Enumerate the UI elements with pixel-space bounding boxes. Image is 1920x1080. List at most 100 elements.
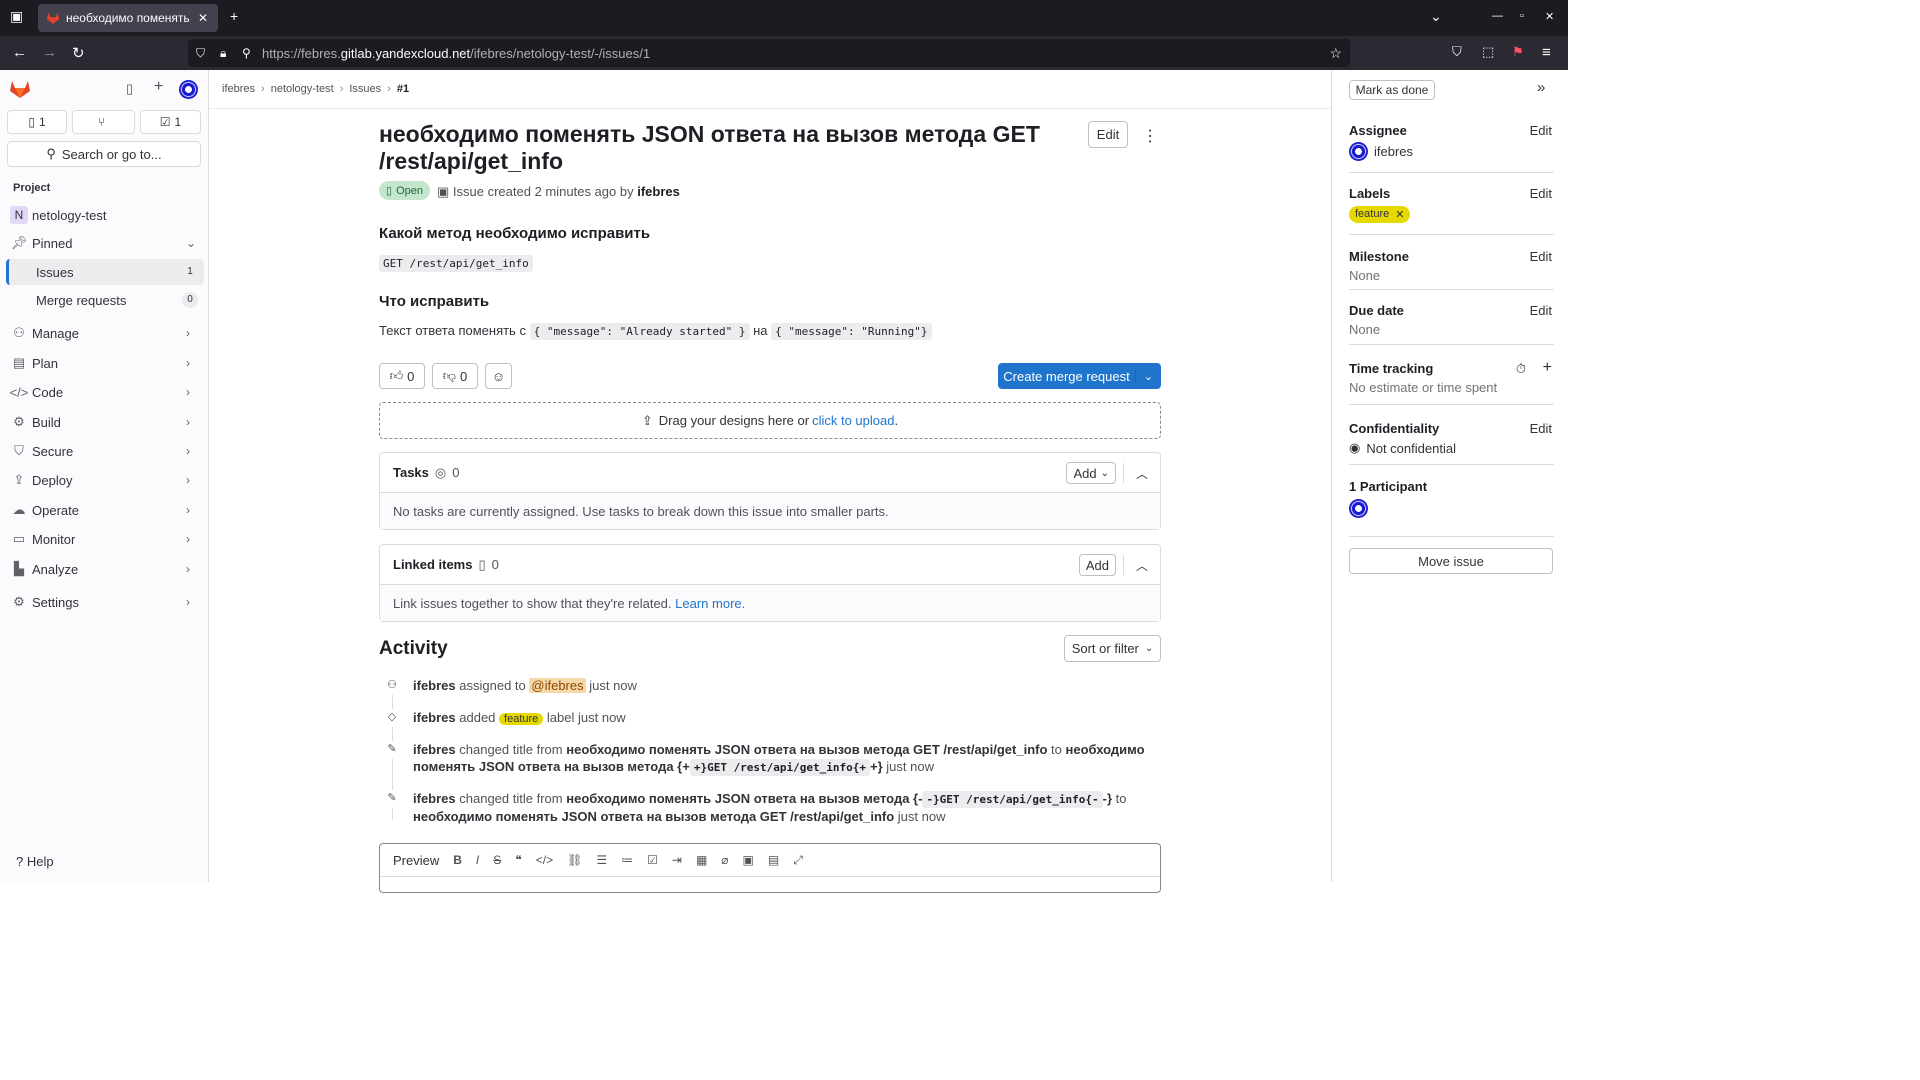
add-task-button[interactable]: Add ⌄ [1066,462,1116,484]
breadcrumb-item[interactable]: Issues [349,83,381,95]
help-button[interactable]: ? Help [16,854,54,869]
close-window-icon[interactable]: ✕ [1545,10,1554,23]
sidebar-item-build[interactable]: ⚙ Build › [6,409,204,435]
quick-actions-icon[interactable]: ▣ [743,853,754,867]
attach-icon[interactable]: ⌀ [721,853,728,867]
mark-as-done-button[interactable]: Mark as done [1349,80,1435,100]
bullet-list-icon[interactable]: ☰ [596,853,607,867]
activity-user[interactable]: ifebres [413,710,456,725]
edit-labels-button[interactable]: Edit [1530,186,1552,201]
sidebar-project[interactable]: N netology-test [6,202,204,228]
tab-list-icon[interactable]: ▣ [10,8,23,25]
task-list-icon[interactable]: ☑ [647,853,658,867]
stopwatch-icon[interactable]: ⏱︎ [1516,361,1526,377]
user-mention[interactable]: @ifebres [529,678,586,693]
thumbs-down-button[interactable]: 👎︎ 0 [432,363,478,389]
breadcrumb-item[interactable]: netology-test [271,83,334,95]
edit-confidentiality-button[interactable]: Edit [1530,421,1552,436]
edit-due-date-button[interactable]: Edit [1530,303,1552,318]
sidebar-item-manage[interactable]: ⚇ Manage › [6,320,204,346]
edit-assignee-button[interactable]: Edit [1530,123,1552,138]
toggle-sidebar-icon[interactable]: ▯ [126,81,133,97]
strikethrough-icon[interactable]: S [493,853,501,867]
author-link[interactable]: ifebres [637,184,680,199]
design-dropzone[interactable]: ⇪ Drag your designs here or click to upl… [379,402,1161,439]
lock-icon[interactable]: 🔒︎ [220,46,226,61]
forward-icon[interactable]: → [42,44,57,61]
maximize-icon[interactable]: ▫ [1520,10,1524,22]
back-icon[interactable]: ← [12,44,27,61]
merge-requests-count[interactable]: ⑂ [72,110,135,134]
sort-filter-button[interactable]: Sort or filter ⌄ [1064,635,1161,662]
page-info-icon[interactable]: ⚲ [242,46,251,60]
sidebar-pinned[interactable]: 📌︎ Pinned ⌄ [6,230,204,256]
assigned-issues-count[interactable]: ▯ 1 [7,110,67,134]
collapse-icon[interactable]: ︿ [1136,557,1148,574]
link-icon[interactable]: ⛓ [567,853,582,867]
extensions-icon[interactable]: ⬚ [1482,44,1494,60]
edit-issue-button[interactable]: Edit [1088,121,1128,148]
activity-user[interactable]: ifebres [413,678,456,693]
thumbs-up-button[interactable]: 👍︎ 0 [379,363,425,389]
sidebar-item-merge-requests[interactable]: Merge requests 0 [6,287,204,313]
chevron-down-icon[interactable]: ⌄ [1135,369,1161,383]
sidebar-item-code[interactable]: </> Code › [6,379,204,405]
move-issue-button[interactable]: Move issue [1349,548,1553,574]
tab-overflow-icon[interactable]: ⌄ [1430,8,1442,25]
feature-label-badge[interactable]: feature ✕ [1349,205,1411,223]
edit-milestone-button[interactable]: Edit [1530,249,1552,264]
sidebar-item-issues[interactable]: Issues 1 [6,259,204,285]
bookmark-star-icon[interactable]: ☆ [1329,45,1342,62]
fullscreen-icon[interactable]: ⤢ [793,853,803,868]
sidebar-item-operate[interactable]: ☁ Operate › [6,497,204,523]
numbered-list-icon[interactable]: ≔ [621,853,633,867]
learn-more-link[interactable]: Learn more. [675,596,745,611]
sidebar-item-settings[interactable]: ⚙ Settings › [6,589,204,615]
sidebar-item-secure[interactable]: ⛉ Secure › [6,438,204,464]
comment-template-icon[interactable]: ▤ [768,853,779,867]
participant-avatar[interactable] [1349,499,1368,518]
breadcrumb-item[interactable]: ifebres [222,83,255,95]
italic-icon[interactable]: I [476,853,479,867]
sidebar-item-monitor[interactable]: ▭ Monitor › [6,526,204,552]
upload-link[interactable]: click to upload [812,413,894,428]
remove-label-icon[interactable]: ✕ [1395,208,1404,221]
collapsible-icon[interactable]: ⇥ [672,853,682,867]
sidebar-item-plan[interactable]: ▤ Plan › [6,350,204,376]
breadcrumb-item-current[interactable]: #1 [397,83,409,95]
activity-user[interactable]: ifebres [413,791,456,806]
shield-icon[interactable]: ⛉ [196,46,205,61]
bold-icon[interactable]: B [453,853,462,867]
code-icon[interactable]: </> [536,853,553,867]
browser-tab[interactable]: необходимо поменять ✕ [38,4,218,32]
comment-editor[interactable]: Preview B I S ❝ </> ⛓ ☰ ≔ ☑ ⇥ ▦ ⌀ ▣ ▤ ⤢ [379,843,1161,893]
more-actions-icon[interactable]: ⋮ [1142,126,1158,146]
add-reaction-button[interactable]: ☺ [485,363,512,389]
user-avatar[interactable] [179,80,198,99]
assignee-value[interactable]: ifebres [1349,142,1554,161]
url-bar[interactable]: ⛉ 🔒︎ ⚲ https://febres. gitlab.yandexcloud… [188,39,1350,67]
devtools-icon[interactable]: ⚑ [1512,44,1524,60]
reload-icon[interactable]: ↻ [72,44,85,62]
pocket-icon[interactable]: ⛉ [1452,44,1462,60]
minimize-icon[interactable]: — [1492,10,1503,22]
activity-user[interactable]: ifebres [413,742,456,757]
new-tab-icon[interactable]: + [230,8,238,24]
quote-icon[interactable]: ❝ [515,853,521,867]
add-time-icon[interactable]: + [1543,359,1552,377]
create-merge-request-button[interactable]: Create merge request ⌄ [998,363,1161,389]
create-new-icon[interactable]: + [154,78,163,96]
gitlab-logo-icon[interactable] [9,79,31,99]
menu-icon[interactable]: ≡ [1542,44,1551,61]
add-linked-item-button[interactable]: Add [1078,554,1116,576]
table-icon[interactable]: ▦ [696,853,707,867]
todos-count[interactable]: ☑ 1 [140,110,201,134]
collapse-icon[interactable]: ︿ [1136,465,1148,482]
sidebar-item-analyze[interactable]: ▙ Analyze › [6,556,204,582]
sidebar-item-deploy[interactable]: ⇪ Deploy › [6,467,204,493]
preview-tab[interactable]: Preview [393,853,439,868]
close-tab-icon[interactable]: ✕ [196,11,210,25]
collapse-sidebar-icon[interactable]: » [1537,79,1545,96]
feature-label-badge[interactable]: feature [499,713,544,725]
search-button[interactable]: ⚲ Search or go to... [7,141,201,167]
